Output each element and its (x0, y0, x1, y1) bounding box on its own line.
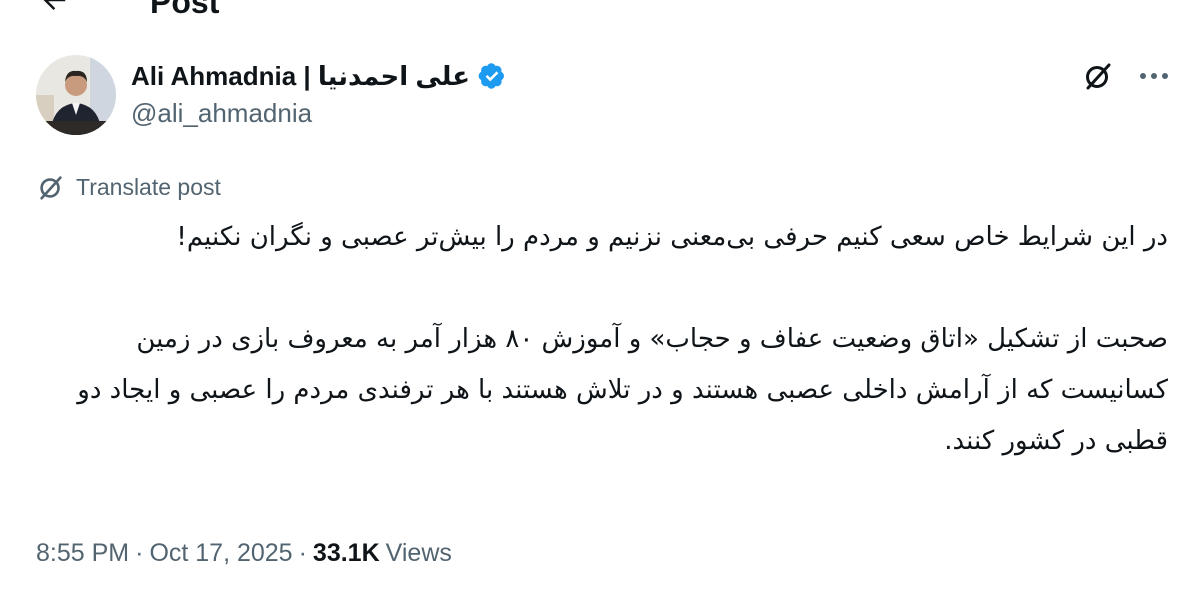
tweet-text: در این شرایط خاص سعی کنیم حرفی بی‌معنی ن… (36, 212, 1168, 467)
arrow-left-icon (43, 0, 66, 10)
tweet-time[interactable]: 8:55 PM (36, 539, 129, 568)
back-button[interactable] (34, 0, 74, 18)
more-dots-icon (1140, 73, 1168, 79)
more-button[interactable] (1132, 56, 1176, 96)
top-bar: Post (0, 0, 1200, 20)
avatar[interactable] (36, 55, 116, 135)
grok-translate-icon (40, 176, 62, 200)
page-title: Post (150, 0, 220, 20)
meta-separator: · (298, 538, 307, 567)
author-line: Ali Ahmadnia | علی احمدنیا (131, 58, 506, 94)
verified-badge-icon (478, 62, 506, 90)
views-count[interactable]: 33.1K (313, 539, 380, 568)
display-name[interactable]: Ali Ahmadnia | علی احمدنیا (131, 61, 470, 92)
meta-separator: · (135, 538, 144, 567)
translate-label: Translate post (76, 173, 221, 200)
grok-button[interactable] (1078, 56, 1118, 96)
views-label: Views (385, 538, 452, 567)
author-handle[interactable]: @ali_ahmadnia (131, 98, 312, 129)
tweet-meta: 8:55 PM · Oct 17, 2025 · 33.1K Views (36, 533, 452, 573)
tweet-date[interactable]: Oct 17, 2025 (149, 539, 292, 568)
translate-post-button[interactable]: Translate post (36, 170, 221, 204)
tweet-paragraph-2: صحبت از تشکیل «اتاق وضعیت عفاف و حجاب» و… (77, 324, 1168, 456)
grok-icon (1086, 63, 1111, 90)
tweet-paragraph-1: در این شرایط خاص سعی کنیم حرفی بی‌معنی ن… (176, 222, 1168, 252)
